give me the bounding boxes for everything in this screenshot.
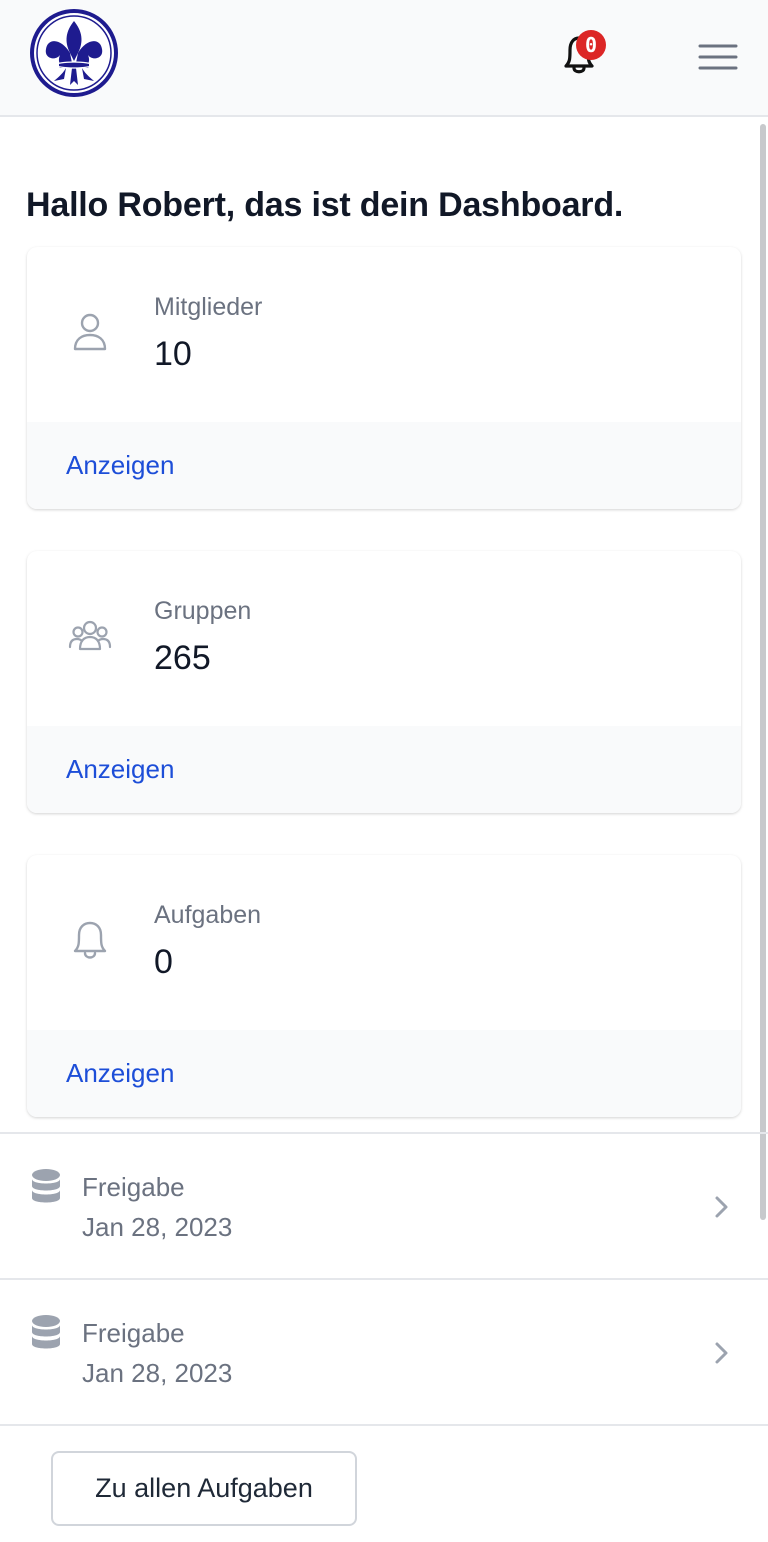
task-date: Jan 28, 2023 <box>82 1212 233 1242</box>
card-footer: Anzeigen <box>27 726 741 813</box>
groups-show-link[interactable]: Anzeigen <box>66 754 174 785</box>
members-show-link[interactable]: Anzeigen <box>66 450 174 481</box>
card-value: 265 <box>154 639 211 677</box>
chevron-right-icon <box>708 1338 734 1368</box>
tasks-card: Aufgaben 0 Anzeigen <box>27 855 741 1117</box>
divider <box>0 1424 768 1426</box>
card-footer: Anzeigen <box>27 1030 741 1117</box>
notification-count-badge: 0 <box>576 30 606 60</box>
card-label: Gruppen <box>154 597 252 625</box>
task-date: Jan 28, 2023 <box>82 1358 233 1388</box>
card-footer: Anzeigen <box>27 422 741 509</box>
top-navigation-bar: 0 <box>0 0 768 117</box>
card-label: Mitglieder <box>154 293 263 321</box>
card-value: 10 <box>154 335 192 373</box>
bell-icon <box>67 917 113 963</box>
card-label: Aufgaben <box>154 901 262 929</box>
page-scrollbar[interactable] <box>760 124 766 1220</box>
task-title: Freigabe <box>82 1318 185 1348</box>
members-card: Mitglieder 10 Anzeigen <box>27 247 741 509</box>
hamburger-menu-icon[interactable] <box>696 40 740 74</box>
user-group-icon <box>67 613 113 659</box>
card-body: Gruppen 265 <box>27 551 741 726</box>
card-value: 0 <box>154 943 173 981</box>
chevron-right-icon <box>708 1192 734 1222</box>
user-icon <box>67 309 113 355</box>
task-list-item[interactable]: Freigabe Jan 28, 2023 <box>0 1134 768 1278</box>
card-body: Aufgaben 0 <box>27 855 741 1030</box>
task-list-item[interactable]: Freigabe Jan 28, 2023 <box>0 1280 768 1424</box>
groups-card: Gruppen 265 Anzeigen <box>27 551 741 813</box>
card-body: Mitglieder 10 <box>27 247 741 422</box>
tasks-show-link[interactable]: Anzeigen <box>66 1058 174 1089</box>
fleur-de-lis-logo[interactable] <box>26 9 122 97</box>
database-icon <box>30 1314 62 1352</box>
database-icon <box>30 1168 62 1206</box>
all-tasks-button[interactable]: Zu allen Aufgaben <box>51 1451 357 1526</box>
task-title: Freigabe <box>82 1172 185 1202</box>
dashboard-greeting: Hallo Robert, das ist dein Dashboard. <box>26 186 624 224</box>
